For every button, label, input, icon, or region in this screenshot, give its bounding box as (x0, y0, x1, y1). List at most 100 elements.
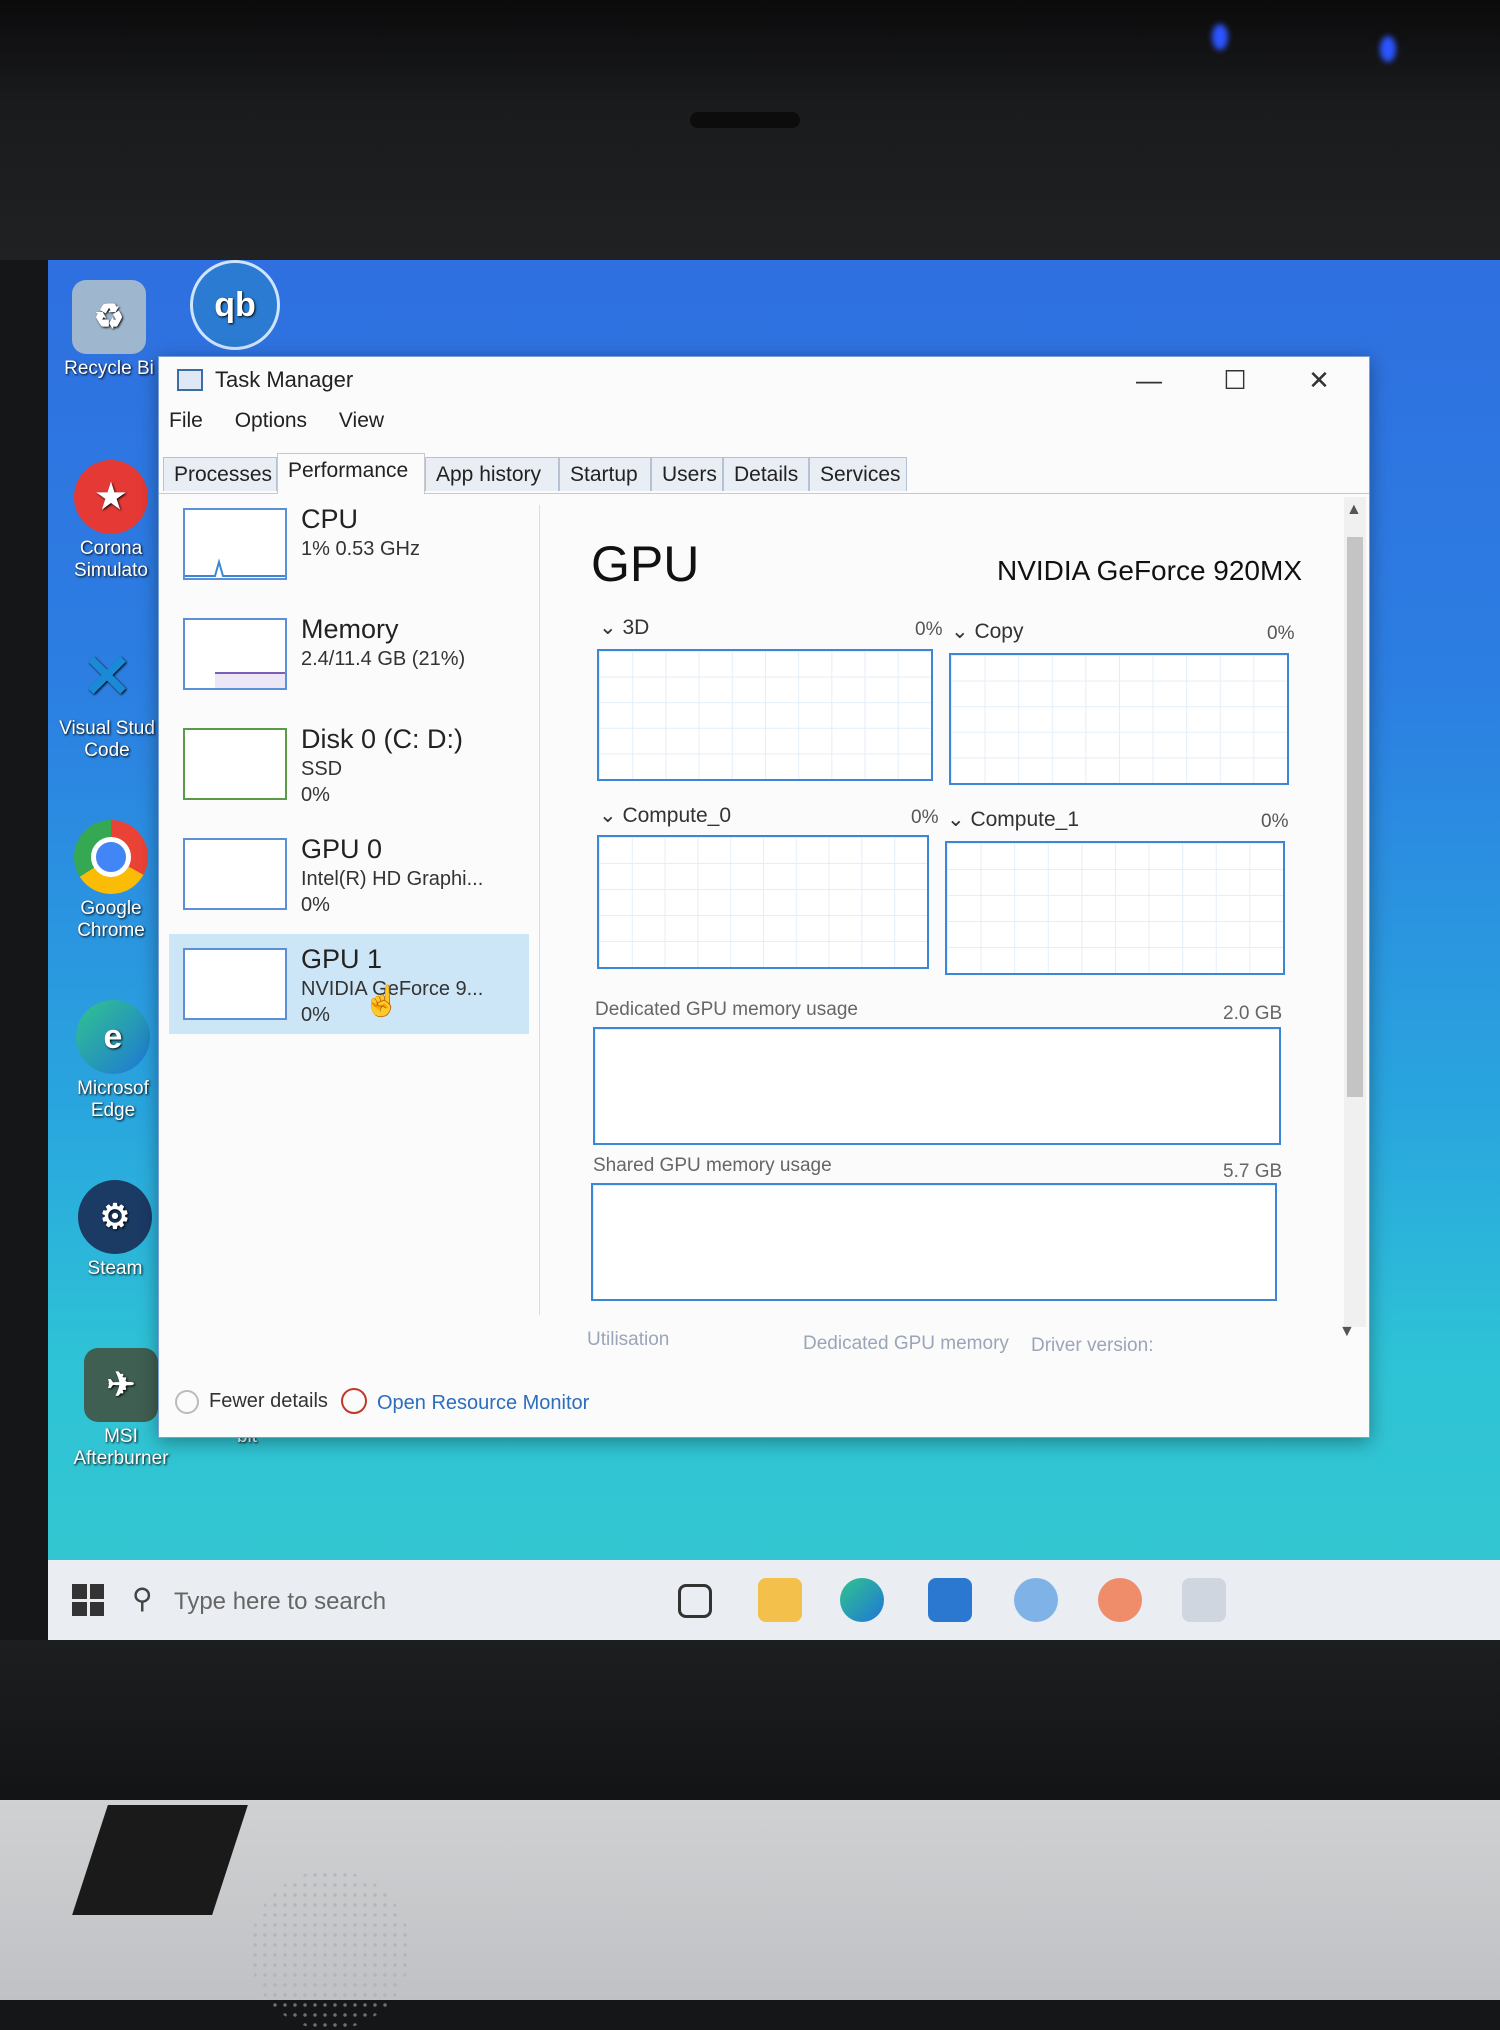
memory-mini-graph (183, 618, 287, 690)
sidebar-item-title: Memory (301, 614, 399, 644)
cpu-mini-graph-line (185, 558, 285, 577)
disk-mini-graph (183, 728, 287, 800)
desktop-icon-label: Steam (87, 1258, 143, 1279)
tab-users[interactable]: Users (651, 457, 723, 491)
shared-memory-max: 5.7 GB (1223, 1161, 1283, 1182)
sidebar-item-gpu-0[interactable]: GPU 0 Intel(R) HD Graphi... 0% (169, 824, 529, 924)
memory-mini-graph-fill (215, 672, 285, 688)
open-resource-monitor-link[interactable]: Open Resource Monitor (377, 1392, 589, 1415)
firefox-icon[interactable] (1098, 1578, 1142, 1622)
sidebar-item-disk[interactable]: Disk 0 (C: D:) SSD 0% (169, 714, 529, 814)
tab-details[interactable]: Details (723, 457, 809, 491)
engine-name: Copy (974, 620, 1024, 643)
close-button[interactable]: ✕ (1279, 357, 1359, 403)
menu-view[interactable]: View (339, 409, 384, 432)
scroll-up-icon[interactable]: ▲ (1346, 501, 1362, 519)
engine-selector-compute-0[interactable]: ⌄ Compute_0 (599, 803, 731, 828)
sidebar-item-title: CPU (301, 504, 359, 534)
edge-icon: e (76, 1000, 150, 1074)
shared-memory-graph (591, 1183, 1277, 1301)
engine-percent: 0% (915, 619, 943, 640)
chevron-down-icon: ⌄ (599, 616, 623, 639)
title-bar[interactable]: Task Manager — ☐ ✕ (159, 357, 1369, 403)
desktop-icon-edge[interactable]: e Microsof Edge (58, 1000, 168, 1122)
stat-utilisation-label: Utilisation (587, 1329, 670, 1350)
stat-driver-version-label: Driver version: (1031, 1335, 1154, 1356)
menu-options[interactable]: Options (235, 409, 307, 432)
maximize-button[interactable]: ☐ (1195, 357, 1275, 403)
windows-logo-tile (89, 1584, 104, 1599)
dedicated-memory-max: 2.0 GB (1223, 1003, 1283, 1024)
vscode-icon: ✕ (81, 643, 133, 710)
webcam (690, 112, 800, 128)
engine-name: 3D (622, 616, 650, 639)
chevron-down-icon: ⌄ (947, 808, 971, 831)
gpu-model-name: NVIDIA GeForce 920MX (997, 555, 1303, 586)
engine-name: Compute_1 (970, 808, 1080, 831)
desktop-icon-chrome[interactable]: Google Chrome (56, 820, 166, 942)
dedicated-memory-label: Dedicated GPU memory usage (595, 999, 858, 1020)
sidebar-item-subtitle: SSD (301, 758, 343, 780)
task-manager-taskbar-icon[interactable] (1182, 1578, 1226, 1622)
desktop-icon-qbittorrent[interactable]: qb (190, 260, 280, 354)
desktop-icon-vscode[interactable]: ✕ Visual Stud Code (52, 640, 162, 762)
sidebar-item-subtitle: Intel(R) HD Graphi... (301, 868, 484, 890)
desktop-icon-corona-simulator[interactable]: ★ Corona Simulato (56, 460, 166, 582)
tab-startup[interactable]: Startup (559, 457, 651, 491)
engine-selector-compute-1[interactable]: ⌄ Compute_1 (947, 807, 1079, 832)
qbittorrent-icon-text: qb (214, 286, 256, 324)
tab-services[interactable]: Services (809, 457, 907, 491)
sidebar-item-title: Disk 0 (C: D:) (301, 724, 463, 754)
search-icon: ⚲ (132, 1583, 153, 1614)
store-icon[interactable] (928, 1578, 972, 1622)
file-explorer-icon[interactable] (758, 1578, 802, 1622)
scroll-down-icon[interactable]: ▼ (1339, 1323, 1355, 1341)
windows-logo-tile (72, 1584, 87, 1599)
engine-graph-copy (949, 653, 1289, 785)
search-placeholder: Type here to search (174, 1588, 387, 1615)
sidebar-item-gpu-1[interactable]: GPU 1 NVIDIA GeForce 9... 0% ☝ (169, 934, 529, 1034)
tab-processes[interactable]: Processes (163, 457, 277, 491)
windows-logo-tile (89, 1601, 104, 1616)
engine-name: Compute_0 (622, 804, 732, 827)
minimize-button[interactable]: — (1109, 357, 1189, 403)
desktop-icon-label: Corona Simulato (74, 538, 148, 581)
window-footer: Fewer details Open Resource Monitor (159, 1374, 1369, 1437)
laptop-bezel-top (0, 0, 1500, 260)
cpu-mini-graph (183, 508, 287, 580)
windows-logo-tile (72, 1601, 87, 1616)
task-view-icon[interactable] (678, 1584, 712, 1618)
engine-percent: 0% (1261, 811, 1289, 832)
start-button[interactable] (72, 1584, 104, 1616)
qbittorrent-icon: qb (190, 260, 280, 350)
tab-performance[interactable]: Performance (277, 453, 425, 494)
sidebar-item-value: 0% (301, 894, 330, 916)
speaker-grille (250, 1870, 410, 2030)
desktop-icon-steam[interactable]: ⚙ Steam (60, 1180, 170, 1280)
status-led (1212, 24, 1228, 50)
menu-file[interactable]: File (169, 409, 203, 432)
engine-selector-3d[interactable]: ⌄ 3D (599, 615, 649, 640)
engine-percent: 0% (1267, 623, 1295, 644)
sidebar-item-cpu[interactable]: CPU 1% 0.53 GHz (169, 494, 529, 594)
sidebar-item-memory[interactable]: Memory 2.4/11.4 GB (21%) (169, 604, 529, 704)
engine-percent: 0% (911, 807, 939, 828)
engine-selector-copy[interactable]: ⌄ Copy (951, 619, 1023, 644)
desktop-icon-recycle-bin[interactable]: ♻ Recycle Bi (54, 280, 164, 380)
engine-graph-compute-1 (945, 841, 1285, 975)
laptop-bezel-bottom (0, 1640, 1500, 1800)
edge-taskbar-icon[interactable] (840, 1578, 884, 1622)
scrollbar-thumb[interactable] (1347, 537, 1363, 1097)
sidebar-item-value: 0% (301, 784, 330, 806)
pane-divider (539, 505, 540, 1315)
window-title: Task Manager (215, 367, 354, 392)
taskbar-search-box[interactable]: ⚲ Type here to search (132, 1578, 512, 1622)
recycle-bin-icon: ♻ (72, 280, 146, 354)
app-taskbar-icon[interactable] (1014, 1578, 1058, 1622)
sidebar-item-subtitle: 2.4/11.4 GB (21%) (301, 648, 466, 670)
chevron-down-icon: ⌄ (951, 620, 975, 643)
sidebar-item-title: GPU 0 (301, 834, 383, 864)
fewer-details-link[interactable]: Fewer details (209, 1390, 328, 1413)
hand-cursor-icon: ☝ (363, 985, 401, 1018)
tab-app-history[interactable]: App history (425, 457, 559, 491)
